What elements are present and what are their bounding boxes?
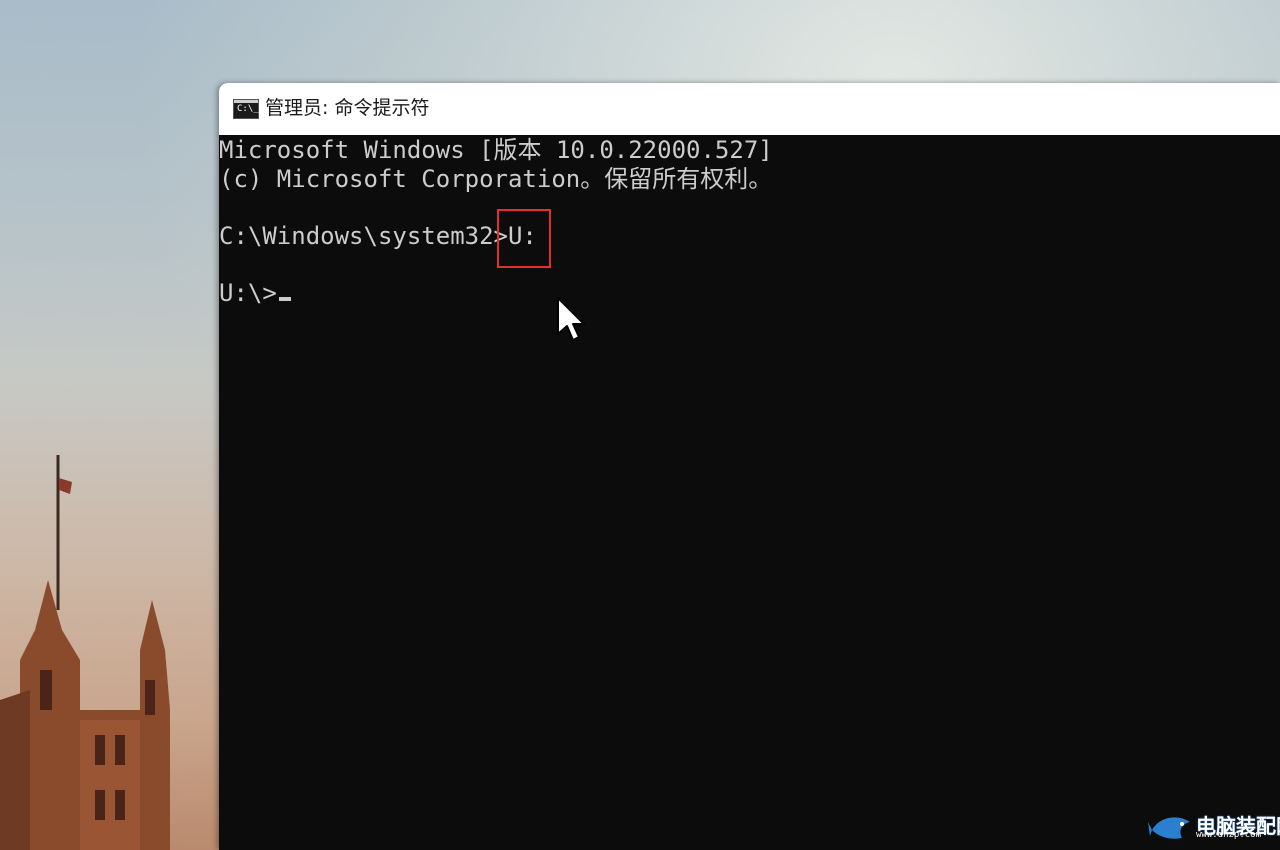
clock-tower-image	[0, 455, 170, 850]
watermark: 电脑装配网 www.dnzp.com	[1148, 806, 1280, 850]
window-title: 管理员: 命令提示符	[265, 97, 430, 119]
console-line-version: Microsoft Windows [版本 10.0.22000.527]	[219, 136, 773, 164]
console-output-area[interactable]: Microsoft Windows [版本 10.0.22000.527] (c…	[219, 135, 1280, 850]
highlight-box	[497, 209, 551, 268]
prompt-text: U:\>	[219, 279, 277, 307]
watermark-url: www.dnzp.com	[1196, 830, 1262, 840]
command-prompt-window[interactable]: C:\_ 管理员: 命令提示符 Microsoft Windows [版本 10…	[219, 83, 1280, 850]
console-line-command: C:\Windows\system32>U:	[219, 222, 537, 250]
cmd-icon: C:\_	[233, 99, 259, 119]
fish-logo-icon	[1148, 817, 1190, 839]
text-caret	[278, 297, 291, 301]
console-line-prompt[interactable]: U:\>	[219, 278, 291, 308]
console-line-copyright: (c) Microsoft Corporation。保留所有权利。	[219, 165, 773, 193]
mouse-pointer-icon	[557, 297, 585, 341]
window-titlebar[interactable]: C:\_ 管理员: 命令提示符	[219, 83, 1280, 135]
